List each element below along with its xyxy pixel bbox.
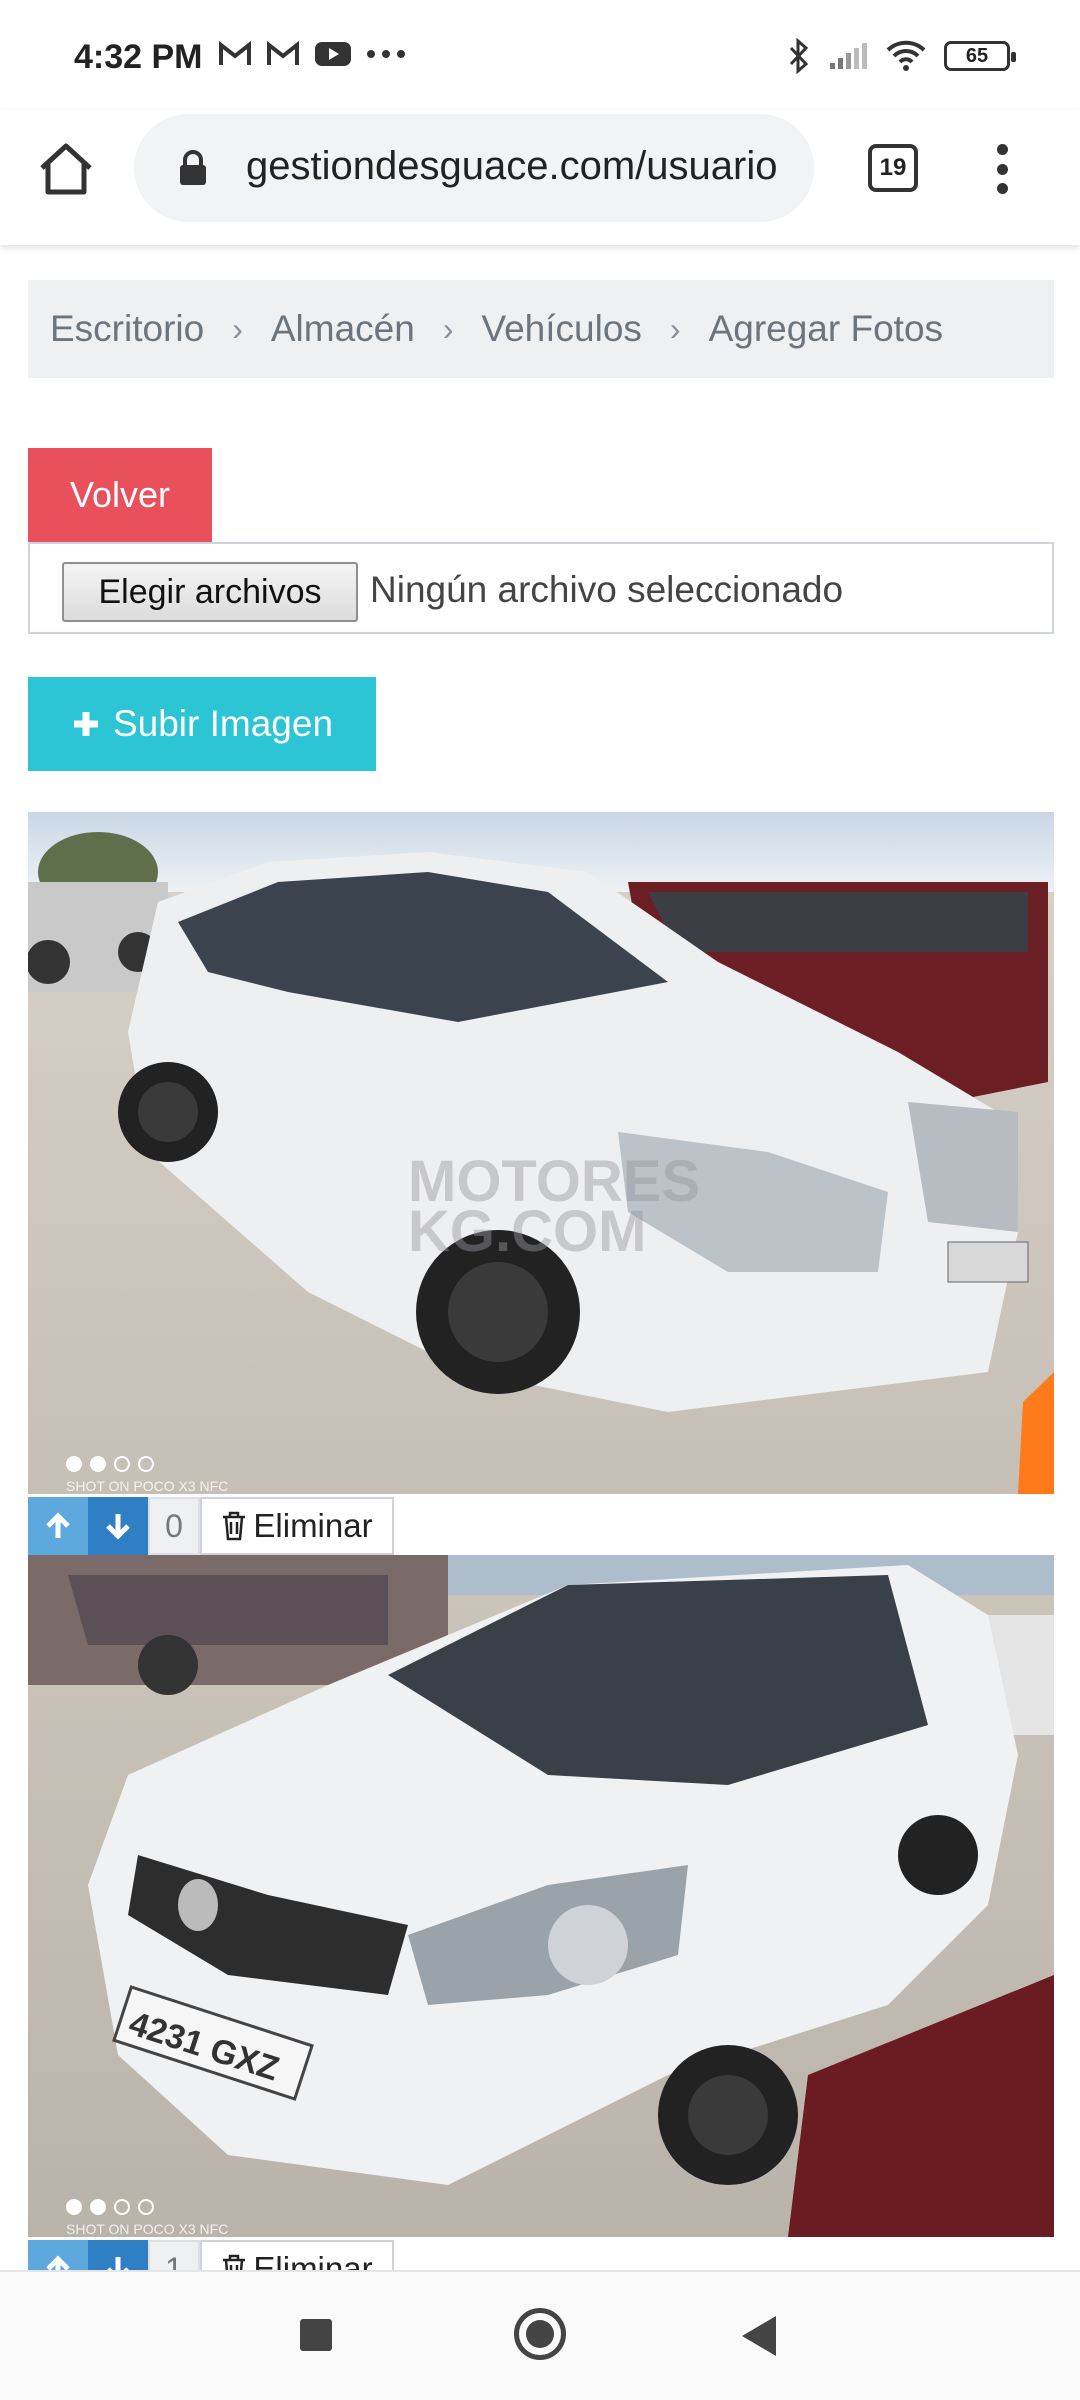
delete-photo-button[interactable]: Eliminar (200, 1497, 394, 1555)
home-icon[interactable] (36, 138, 96, 198)
breadcrumb-item-vehiculos[interactable]: Vehículos (481, 308, 641, 350)
breadcrumb-item-agregar-fotos: Agregar Fotos (708, 308, 944, 349)
status-bar: 4:32 PM 65 (0, 0, 1080, 110)
battery-icon: 65 (944, 41, 1016, 71)
gmail-icon (267, 41, 299, 65)
menu-dot (996, 163, 1008, 175)
browser-toolbar: gestiondesguace.com/usuario 19 (0, 110, 1080, 245)
youtube-icon (315, 42, 351, 66)
breadcrumb-separator: › (669, 310, 681, 347)
upload-image-label: Subir Imagen (112, 703, 334, 744)
photo-dots (66, 1456, 154, 1472)
move-down-button[interactable] (88, 1497, 148, 1555)
trash-icon (223, 1511, 246, 1541)
gmail-icon (219, 41, 251, 65)
shot-on-text: SHOT ON POCO X3 NFC (66, 2221, 229, 2237)
shot-on-text: SHOT ON POCO X3 NFC (66, 1478, 229, 1494)
breadcrumb-item-escritorio[interactable]: Escritorio (50, 308, 204, 350)
car-photo-front-left: 4231 GXZ (28, 1555, 1054, 2237)
plus-icon (73, 712, 98, 736)
breadcrumb-separator: › (232, 310, 243, 347)
move-up-button[interactable] (28, 1497, 88, 1555)
dot (114, 1456, 130, 1472)
photo-order-index: 0 (148, 1497, 200, 1555)
watermark: MOTORES KG.COM (408, 1149, 701, 1264)
notification-icons (218, 40, 406, 68)
breadcrumb-item-almacen[interactable]: Almacén (271, 308, 415, 350)
url-text: gestiondesguace.com/usuario (246, 144, 778, 188)
back-nav-button[interactable] (742, 2316, 776, 2356)
system-icons: 65 (788, 38, 1016, 74)
dot (66, 1456, 82, 1472)
menu-dot (996, 183, 1008, 194)
status-time: 4:32 PM (74, 38, 203, 76)
file-input: Elegir archivos Ningún archivo seleccion… (28, 542, 1054, 634)
dot (114, 2199, 130, 2215)
recents-button[interactable] (300, 2319, 332, 2351)
breadcrumb-separator: › (442, 310, 454, 347)
dot (90, 1456, 106, 1472)
more-dots-icon (367, 50, 405, 58)
photo-dots (66, 2199, 154, 2215)
choose-files-button[interactable]: Elegir archivos (62, 562, 358, 622)
wifi-icon (886, 40, 926, 71)
delete-label: Eliminar (253, 1507, 373, 1544)
dot (138, 1456, 154, 1472)
menu-dot (996, 144, 1008, 155)
home-button[interactable] (514, 2308, 566, 2360)
file-status-text: Ningún archivo seleccionado (370, 569, 844, 610)
vehicle-photo: 4231 GXZ SHOT ON POCO X3 NFC (28, 1555, 1054, 2237)
photo-controls: 0 Eliminar (28, 1497, 394, 1555)
arrow-up-icon (46, 1512, 70, 1538)
breadcrumb: Escritorio › Almacén › Vehículos › Agreg… (28, 280, 1054, 378)
bluetooth-icon (789, 38, 809, 74)
system-navigation-bar (0, 2270, 1080, 2400)
signal-icon (830, 43, 867, 69)
back-button[interactable]: Volver (28, 448, 212, 542)
vehicle-photo: MOTORES KG.COM SHOT ON POCO X3 NFC (28, 812, 1054, 1494)
upload-image-button[interactable]: Subir Imagen (28, 677, 376, 771)
dot (66, 2199, 82, 2215)
tab-switcher-button[interactable]: 19 (868, 144, 918, 192)
dot (138, 2199, 154, 2215)
lock-icon (180, 150, 206, 185)
browser-menu-button[interactable] (990, 144, 1014, 194)
dot (90, 2199, 106, 2215)
address-bar[interactable]: gestiondesguace.com/usuario (134, 114, 814, 222)
arrow-down-icon (106, 1514, 130, 1540)
